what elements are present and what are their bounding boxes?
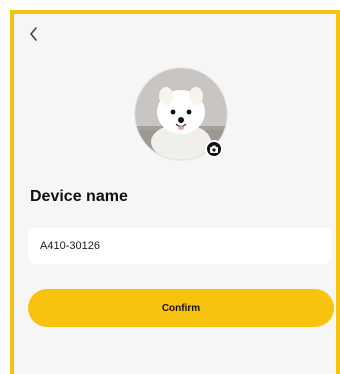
confirm-button[interactable]: Confirm — [28, 289, 334, 327]
back-button[interactable] — [22, 22, 46, 46]
avatar-edit-button[interactable] — [205, 140, 223, 158]
camera-icon — [210, 145, 218, 153]
device-name-input[interactable]: A410-30126 — [28, 228, 332, 264]
device-name-label: Device name — [30, 188, 128, 205]
avatar-wrapper — [135, 68, 227, 160]
confirm-button-label: Confirm — [161, 302, 201, 314]
device-name-value: A410-30126 — [40, 240, 100, 252]
chevron-left-icon — [30, 27, 37, 41]
